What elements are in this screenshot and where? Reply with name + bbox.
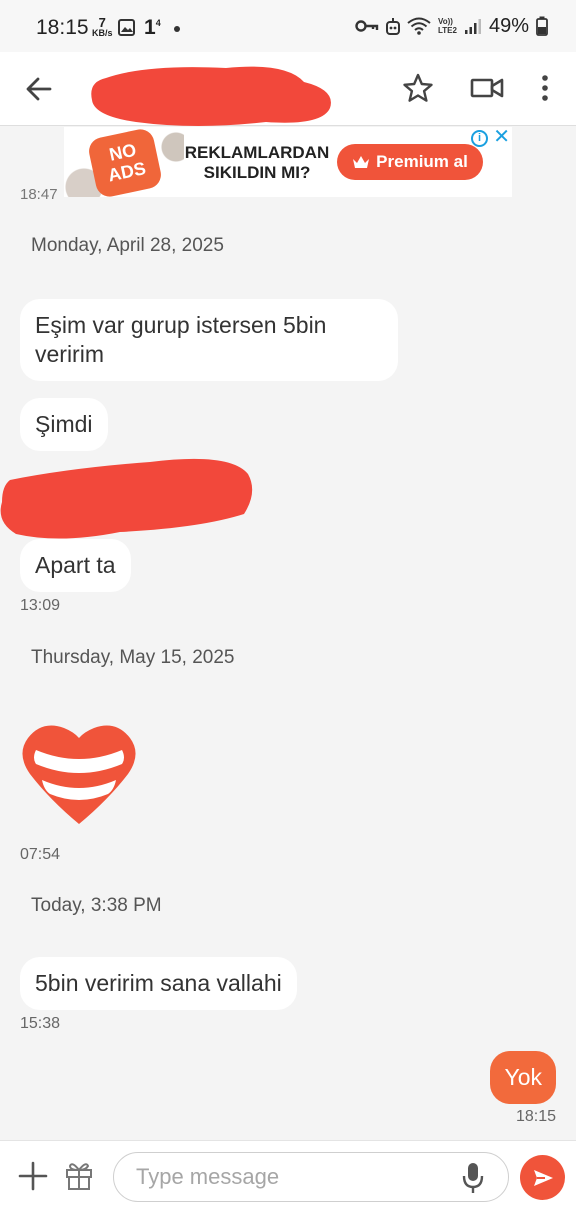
lte-label: LTE2: [438, 26, 457, 35]
notification-count-main: 1: [144, 16, 156, 39]
message-text: Yok: [504, 1064, 542, 1090]
no-ads-badge: NO ADS: [86, 127, 164, 197]
status-time: 18:15: [36, 16, 89, 39]
ad-close-icon[interactable]: ✕: [493, 127, 510, 147]
signal-strength-icon: [464, 19, 481, 34]
message-time: 18:15: [515, 1108, 556, 1125]
premium-button-label: Premium al: [376, 152, 468, 171]
network-speed-unit: KB/s: [92, 28, 113, 38]
ad-banner[interactable]: NO ADS REKLAMLARDAN SIKILDIN MI? Premium…: [64, 127, 512, 197]
message-text: Şimdi: [35, 411, 93, 437]
message-time: 18:47: [20, 186, 58, 203]
send-button[interactable]: [520, 1155, 565, 1200]
favorite-star-icon[interactable]: [402, 72, 434, 104]
notification-count-sup: 4: [155, 18, 161, 28]
message-time: 15:38: [20, 1015, 61, 1032]
premium-button[interactable]: Premium al: [337, 144, 483, 180]
outgoing-message-bubble[interactable]: Yok: [490, 1051, 556, 1104]
incoming-message-bubble[interactable]: Şimdi: [20, 398, 108, 451]
conversation-header: [0, 52, 576, 126]
message-text: 5bin veririm sana vallahi: [35, 970, 282, 996]
message-text-line: veririm: [35, 341, 104, 367]
send-icon: [533, 1169, 553, 1186]
more-notifications-dot-icon: [174, 26, 180, 32]
microphone-icon[interactable]: [461, 1161, 485, 1195]
message-time: 07:54: [20, 846, 61, 863]
volte-label: Vo)): [438, 17, 453, 26]
video-call-icon[interactable]: [470, 74, 504, 102]
incoming-message-bubble[interactable]: Eşim var gurup istersen 5bin veririm: [20, 299, 398, 381]
heart-sticker[interactable]: [20, 720, 138, 828]
gallery-notification-icon: [118, 19, 135, 36]
network-speed: 7 KB/s: [92, 16, 113, 38]
key-icon: [355, 20, 379, 32]
message-text: Apart ta: [35, 552, 116, 578]
contact-name-redaction: [91, 66, 331, 126]
date-separator: Today, 3:38 PM: [31, 895, 162, 916]
notification-count: 14: [144, 16, 161, 40]
robot-icon: [386, 18, 400, 35]
wifi-icon: [407, 17, 431, 35]
ad-info-icon[interactable]: i: [471, 130, 488, 147]
more-options-icon[interactable]: [534, 72, 556, 104]
battery-percent: 49%: [488, 14, 529, 37]
message-input[interactable]: [113, 1152, 509, 1202]
gift-icon[interactable]: [64, 1159, 94, 1191]
message-text-line: Eşim var gurup istersen 5bin: [35, 312, 327, 338]
date-separator: Monday, April 28, 2025: [31, 235, 224, 256]
status-right-icons: Vo)) LTE2 49%: [355, 14, 548, 38]
incoming-message-bubble[interactable]: Apart ta: [20, 539, 131, 592]
message-time: 13:09: [20, 597, 61, 614]
battery-icon: [536, 16, 548, 36]
add-attachment-icon[interactable]: [18, 1161, 48, 1191]
crown-icon: [353, 156, 370, 168]
volte-indicator: Vo)) LTE2: [438, 17, 457, 35]
back-arrow-icon[interactable]: [22, 72, 56, 106]
date-separator: Thursday, May 15, 2025: [31, 647, 235, 668]
ad-headline: REKLAMLARDAN SIKILDIN MI?: [172, 143, 342, 183]
ad-headline-line2: SIKILDIN MI?: [203, 163, 311, 182]
status-bar: 18:15 7 KB/s 14 Vo)) LTE2 49%: [0, 0, 576, 52]
message-redaction: [0, 458, 253, 539]
incoming-message-bubble[interactable]: 5bin veririm sana vallahi: [20, 957, 297, 1010]
ad-headline-line1: REKLAMLARDAN: [184, 143, 330, 162]
message-composer: [0, 1140, 576, 1209]
